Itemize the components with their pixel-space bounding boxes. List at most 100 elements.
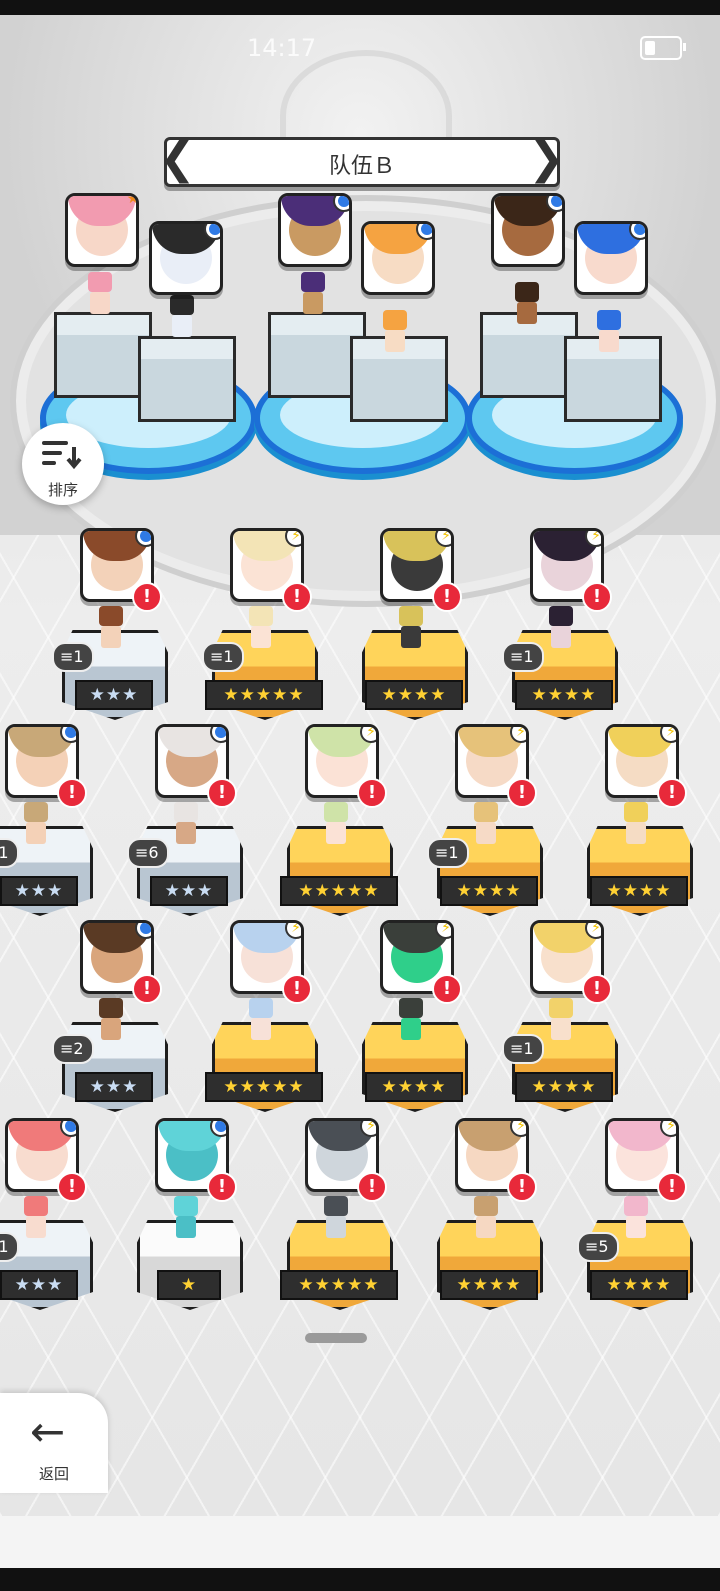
status-time: 14:17: [247, 34, 317, 62]
hero-sprite: [19, 1196, 53, 1240]
alert-icon: !: [282, 974, 312, 1004]
status-bar-top: [0, 0, 720, 15]
team-title: 队伍Ｂ: [328, 154, 395, 179]
team-hero-portrait[interactable]: [278, 193, 352, 267]
level-badge: ≡5: [577, 1232, 619, 1262]
team-hero-sprite[interactable]: [510, 282, 544, 326]
level-value: 1: [523, 1039, 534, 1058]
level-value: 5: [598, 1237, 609, 1256]
alert-icon: !: [357, 778, 387, 808]
bolt-badge-icon: ⚡: [510, 727, 526, 743]
bolt-badge-icon: ⚡: [435, 923, 451, 939]
team-hero-portrait[interactable]: [149, 221, 223, 295]
hero-sprite: [244, 606, 278, 650]
hero-sprite: [319, 802, 353, 846]
hero-card[interactable]: ★★★★ ⚡!: [587, 724, 720, 924]
alert-icon: !: [57, 778, 87, 808]
hero-card[interactable]: ★★★★★ ⚡!: [280, 1118, 455, 1318]
team-hero-portrait[interactable]: [574, 221, 648, 295]
level-icon: ≡: [510, 647, 524, 666]
blue-badge-icon: [60, 727, 76, 743]
bolt-badge-icon: ⚡: [585, 531, 601, 547]
hero-card[interactable]: ★★★★ ⚡!: [362, 920, 530, 1120]
star-rating: ★★★: [75, 680, 153, 710]
hero-sprite: [319, 1196, 353, 1240]
team-hero-sprite[interactable]: [378, 310, 412, 354]
alert-icon: !: [132, 974, 162, 1004]
hero-sprite: [544, 998, 578, 1042]
star-rating: ★★★★★: [205, 680, 323, 710]
level-badge: ≡1: [427, 838, 469, 868]
star-rating: ★★★★: [590, 876, 688, 906]
alert-icon: !: [507, 1172, 537, 1202]
hero-card[interactable]: ★★★★★ ⚡!: [205, 920, 380, 1120]
alert-icon: !: [57, 1172, 87, 1202]
alert-icon: !: [207, 778, 237, 808]
alert-icon: !: [132, 582, 162, 612]
team-hero-portrait[interactable]: [491, 193, 565, 267]
hero-card[interactable]: ★★★★★ ≡1 ⚡!: [202, 528, 380, 728]
bolt-badge-icon: ⚡: [510, 1121, 526, 1137]
team-hero-sprite[interactable]: [83, 272, 117, 316]
team-hero-sprite[interactable]: [165, 295, 199, 339]
hero-card[interactable]: ★★★★★ ⚡!: [280, 724, 455, 924]
level-value: 2: [73, 1039, 84, 1058]
bolt-badge-icon: ⚡: [285, 923, 301, 939]
navigation-strip: [0, 1516, 720, 1568]
star-rating: ★★★★★: [280, 876, 398, 906]
blue-badge-icon: [546, 196, 562, 212]
blue-badge-icon: [629, 224, 645, 240]
team-hero-portrait[interactable]: ★: [65, 193, 139, 267]
hero-sprite: [94, 606, 128, 650]
hero-sprite: [469, 1196, 503, 1240]
team-hero-sprite[interactable]: [296, 272, 330, 316]
blue-badge-icon: [333, 196, 349, 212]
blue-badge-icon: [210, 1121, 226, 1137]
team-hero-sprite[interactable]: [592, 310, 626, 354]
bolt-badge-icon: ⚡: [360, 1121, 376, 1137]
blue-badge-icon: [135, 923, 151, 939]
hero-sprite: [94, 998, 128, 1042]
hero-card[interactable]: ★★★★ ⚡!: [362, 528, 530, 728]
star-rating: ★★★: [0, 1270, 78, 1300]
hero-card[interactable]: ★★★★ ≡1 ⚡!: [427, 724, 605, 924]
drawer-handle[interactable]: [305, 1333, 367, 1343]
bolt-badge-icon: ⚡: [660, 727, 676, 743]
team-selector[interactable]: ❮ 队伍Ｂ ❯: [159, 134, 565, 187]
level-icon: ≡: [135, 843, 149, 862]
hero-sprite: [394, 998, 428, 1042]
hero-sprite: [169, 802, 203, 846]
star-rating: ★★★★★: [205, 1072, 323, 1102]
star-rating: ★★★★: [365, 680, 463, 710]
level-value: 1: [73, 647, 84, 666]
star-rating: ★★★: [0, 876, 78, 906]
hero-card[interactable]: ★★★★ ⚡!: [437, 1118, 605, 1318]
hero-card[interactable]: ★★★★ ≡1 ⚡!: [502, 920, 680, 1120]
back-button[interactable]: ← 返回: [0, 1393, 108, 1493]
sort-icon: [42, 441, 82, 470]
level-icon: ≡: [585, 1237, 599, 1256]
blue-badge-icon: [135, 531, 151, 547]
hero-card[interactable]: ★★★≡1!: [0, 1118, 155, 1318]
level-icon: ≡: [435, 843, 449, 862]
star-rating: ★★★★★: [280, 1270, 398, 1300]
level-value: 1: [223, 647, 234, 666]
hero-sprite: [394, 606, 428, 650]
level-value: 1: [0, 843, 9, 862]
hero-card[interactable]: ★★★ ≡ 1!: [0, 724, 155, 924]
alert-icon: !: [582, 582, 612, 612]
star-rating: ★★★★: [365, 1072, 463, 1102]
blue-badge-icon: [416, 224, 432, 240]
alert-icon: !: [207, 1172, 237, 1202]
star-rating: ★★★: [150, 876, 228, 906]
next-team-arrow-icon[interactable]: ❯: [528, 134, 565, 184]
hero-sprite: [169, 1196, 203, 1240]
star-rating: ★★★★: [515, 1072, 613, 1102]
sort-button[interactable]: 排序: [22, 423, 104, 505]
level-value: 1: [448, 843, 459, 862]
hero-card[interactable]: ★★★★ ≡5 ⚡!: [577, 1118, 720, 1318]
alert-icon: !: [282, 582, 312, 612]
team-hero-portrait[interactable]: [361, 221, 435, 295]
hero-card[interactable]: ★★★★ ≡1 ⚡!: [502, 528, 680, 728]
level-icon: ≡: [210, 647, 224, 666]
